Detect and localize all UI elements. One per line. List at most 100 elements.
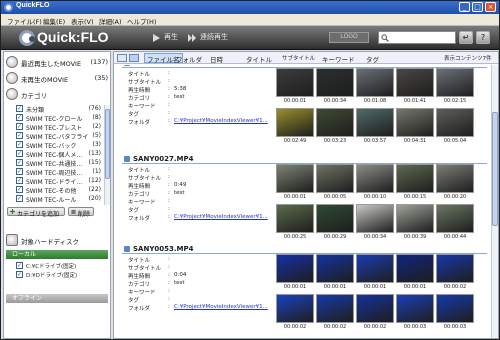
sort-date[interactable]: 日時 (210, 54, 223, 64)
video-thumbnail[interactable] (356, 68, 394, 97)
video-thumbnail[interactable] (436, 254, 474, 283)
check-icon[interactable]: ✓ (16, 123, 23, 130)
video-file-icon (124, 65, 130, 66)
thumbnail-timestamp: 00:00:34 (323, 98, 347, 104)
offline-label: オフライン (12, 295, 43, 302)
folder-link[interactable]: C:¥Project¥MovieIndexViewer¥1... (174, 304, 268, 310)
folder-link[interactable]: C:¥Project¥MovieIndexViewer¥1... (174, 214, 268, 220)
media-item[interactable]: タイトル: サブタイトル: 再生時間:5:38 カテゴリ: test キーワード:… (114, 65, 490, 154)
video-thumbnail[interactable] (276, 204, 314, 233)
sort-folder[interactable]: フォルダ (176, 54, 202, 64)
help-button[interactable]: ? (476, 31, 490, 44)
media-filename: SANY0053.MP4 (133, 245, 194, 253)
list-view-icon[interactable] (117, 54, 127, 62)
close-button[interactable]: × (485, 2, 496, 12)
video-thumbnail[interactable] (356, 108, 394, 137)
video-thumbnail[interactable] (396, 108, 434, 137)
media-item[interactable]: SANY0053.MP4 タイトル: サブタイトル: 再生時間:0:04 カテゴ… (114, 244, 490, 338)
app-icon (4, 3, 13, 12)
scrollbar-thumb[interactable] (105, 109, 110, 179)
video-thumbnail[interactable] (316, 164, 354, 193)
video-thumbnail[interactable] (436, 204, 474, 233)
video-thumbnail[interactable] (396, 254, 434, 283)
category-item[interactable]: ✓ SWIM TEC-共通技... (15) (16, 159, 101, 168)
menu-file[interactable]: ファイル(F) (7, 16, 42, 26)
sidebar-item-unplayed[interactable]: 未再生のMOVIE (35) (6, 72, 108, 85)
thumbnail-view-icon[interactable] (129, 54, 139, 62)
category-item[interactable]: ✓ SWIM TEC-バタフライ (5) (16, 132, 101, 141)
video-thumbnail[interactable] (436, 164, 474, 193)
minimize-button[interactable]: _ (459, 2, 470, 12)
check-icon[interactable]: ✓ (16, 168, 23, 175)
maximize-button[interactable]: □ (472, 2, 483, 12)
delete-button[interactable]: 削除 (68, 207, 94, 218)
menu-view[interactable]: 表示(V) (71, 16, 94, 26)
drive-item-c[interactable]: ✓ C:¥Cドライブ(固定) (16, 262, 106, 270)
check-icon[interactable]: ✓ (16, 271, 23, 278)
check-icon[interactable]: ✓ (16, 262, 23, 269)
category-item[interactable]: ✓ SWIM TEC-ドライ... (12) (16, 177, 101, 186)
sidebar-item-target-disk[interactable]: 対象ハードディスク (6, 234, 108, 247)
check-icon[interactable]: ✓ (16, 150, 23, 157)
category-item[interactable]: ✓ SWIM TEC-クロール (8) (16, 114, 101, 123)
check-icon[interactable]: ✓ (16, 186, 23, 193)
folder-link[interactable]: C:¥Project¥MovieIndexViewer¥1... (174, 118, 268, 124)
video-thumbnail[interactable] (276, 68, 314, 97)
check-icon[interactable]: ✓ (16, 141, 23, 148)
meta-subtitle: サブタイトル: (128, 174, 170, 182)
category-item[interactable]: ✓ 未分類 (76) (16, 105, 101, 114)
category-item[interactable]: ✓ SWIM TEC-バック (3) (16, 141, 101, 150)
video-thumbnail[interactable] (276, 254, 314, 283)
sidebar-item-recent[interactable]: 最近再生したMOVIE (137) (6, 56, 108, 69)
category-item[interactable]: ✓ SWIM TEC-ルール (20) (16, 195, 101, 204)
video-thumbnail[interactable] (396, 294, 434, 323)
content-scrollbar[interactable] (491, 65, 498, 338)
check-icon[interactable]: ✓ (16, 132, 23, 139)
search-input[interactable] (378, 31, 456, 44)
category-label: SWIM TEC-その他 (26, 188, 77, 195)
search-button[interactable]: ↵ (459, 31, 473, 44)
category-item[interactable]: ✓ SWIM TEC-ブレスト (2) (16, 123, 101, 132)
category-item[interactable]: ✓ SWIM TEC-その他 (22) (16, 186, 101, 195)
video-thumbnail[interactable] (316, 204, 354, 233)
video-thumbnail[interactable] (356, 204, 394, 233)
check-icon[interactable]: ✓ (16, 105, 23, 112)
video-thumbnail[interactable] (276, 108, 314, 137)
menu-edit[interactable]: 編集(E) (43, 16, 65, 26)
video-thumbnail[interactable] (316, 294, 354, 323)
sort-subtitle[interactable]: サブタイトル (282, 54, 315, 62)
video-thumbnail[interactable] (276, 164, 314, 193)
video-thumbnail[interactable] (316, 108, 354, 137)
menu-details[interactable]: 詳細(A) (99, 16, 122, 26)
video-thumbnail[interactable] (356, 294, 394, 323)
sidebar-item-category[interactable]: カテゴリ (6, 88, 108, 101)
video-thumbnail[interactable] (436, 294, 474, 323)
check-icon[interactable]: ✓ (16, 195, 23, 202)
video-thumbnail[interactable] (316, 68, 354, 97)
category-item[interactable]: ✓ SWIM TEC-周辺技... (1) (16, 168, 101, 177)
video-thumbnail[interactable] (436, 68, 474, 97)
category-item[interactable]: ✓ SWIM TEC-個人メ... (13) (16, 150, 101, 159)
category-scrollbar[interactable] (104, 105, 110, 205)
check-icon[interactable]: ✓ (16, 177, 23, 184)
category-label: SWIM TEC-バタフライ (26, 134, 89, 141)
sort-tag[interactable]: タグ (366, 54, 379, 64)
video-thumbnail[interactable] (436, 108, 474, 137)
sort-keyword[interactable]: キーワード (322, 54, 355, 64)
add-category-button[interactable]: カテゴリを追加 (7, 207, 65, 218)
menu-help[interactable]: ヘルプ(H) (127, 16, 156, 26)
sort-title[interactable]: タイトル (246, 54, 272, 64)
video-thumbnail[interactable] (356, 254, 394, 283)
video-thumbnail[interactable] (396, 68, 434, 97)
drive-item-d[interactable]: ✓ D:¥Dドライブ(固定) (16, 271, 106, 279)
video-thumbnail[interactable] (316, 254, 354, 283)
logo-mark-icon (19, 30, 35, 46)
video-thumbnail[interactable] (396, 204, 434, 233)
check-icon[interactable]: ✓ (16, 159, 23, 166)
video-thumbnail[interactable] (276, 294, 314, 323)
video-thumbnail[interactable] (396, 164, 434, 193)
check-icon[interactable]: ✓ (16, 114, 23, 121)
video-thumbnail[interactable] (356, 164, 394, 193)
media-item[interactable]: SANY0027.MP4 タイトル: サブタイトル: 再生時間:0:49 カテゴ… (114, 154, 490, 244)
scrollbar-thumb[interactable] (492, 112, 498, 226)
